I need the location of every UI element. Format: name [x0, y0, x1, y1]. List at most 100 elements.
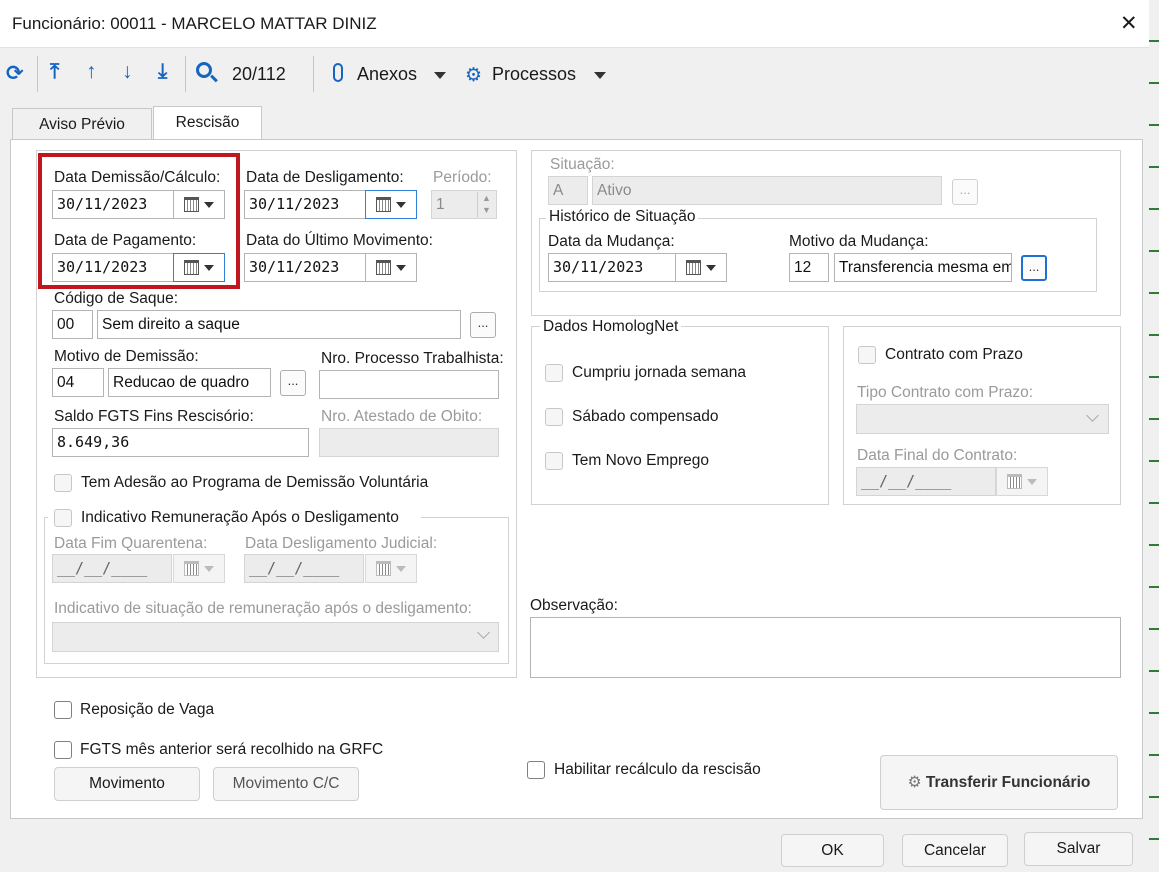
- tab-aviso-previo[interactable]: Aviso Prévio: [12, 108, 152, 141]
- pdv-label: Tem Adesão ao Programa de Demissão Volun…: [81, 474, 429, 491]
- processos-chevron-down-icon[interactable]: [594, 72, 606, 79]
- indicativo-situacao-label: Indicativo de situação de remuneração ap…: [54, 600, 472, 617]
- data-fim-quarentena-label: Data Fim Quarentena:: [54, 535, 208, 552]
- data-desligamento-calendar-button[interactable]: [365, 190, 417, 219]
- sabado-checkbox[interactable]: [545, 408, 563, 426]
- gears-icon: ⚙: [907, 774, 922, 791]
- data-mudanca-input[interactable]: 30/11/2023: [548, 253, 676, 282]
- salvar-button[interactable]: Salvar: [1024, 832, 1133, 866]
- data-ultimo-movimento-calendar-button[interactable]: [365, 253, 417, 282]
- calendar-icon: [184, 196, 199, 212]
- periodo-stepper[interactable]: ▲ ▼: [477, 192, 495, 217]
- cancelar-button[interactable]: Cancelar: [902, 834, 1008, 867]
- tab-rescisao[interactable]: Rescisão: [153, 106, 262, 140]
- data-deslig-judicial-input: __/__/____: [244, 554, 364, 583]
- calendar-icon: [686, 259, 701, 275]
- movimento-button[interactable]: Movimento: [54, 767, 200, 801]
- nro-processo-label: Nro. Processo Trabalhista:: [321, 350, 504, 367]
- movimento-cc-button[interactable]: Movimento C/C: [213, 767, 359, 801]
- saldo-fgts-label: Saldo FGTS Fins Rescisório:: [54, 408, 254, 425]
- next-record-icon[interactable]: ↓: [122, 60, 133, 84]
- gear-icon[interactable]: ⚙: [465, 64, 482, 87]
- nro-atestado-label: Nro. Atestado de Obito:: [321, 408, 483, 425]
- data-fim-quarentena-calendar-button: [173, 554, 225, 583]
- nro-atestado-input: [319, 428, 499, 457]
- codigo-saque-desc-input: Sem direito a saque: [97, 310, 461, 339]
- data-demissao-input[interactable]: 30/11/2023: [52, 190, 174, 219]
- motivo-mudanca-lookup-button[interactable]: ...: [1021, 255, 1047, 281]
- data-ultimo-movimento-label: Data do Último Movimento:: [246, 232, 433, 249]
- calendar-icon: [184, 560, 199, 576]
- data-pagamento-label: Data de Pagamento:: [54, 232, 197, 249]
- situacao-label: Situação:: [550, 156, 615, 173]
- cumpriu-checkbox[interactable]: [545, 364, 563, 382]
- data-final-contrato-input: __/__/____: [856, 467, 996, 496]
- calendar-icon: [376, 259, 391, 275]
- contrato-label: Contrato com Prazo: [885, 346, 1023, 363]
- codigo-saque-lookup-button[interactable]: ...: [470, 312, 496, 338]
- close-icon[interactable]: ✕: [1120, 11, 1138, 36]
- tipo-contrato-label: Tipo Contrato com Prazo:: [857, 384, 1034, 401]
- calendar-icon: [376, 560, 391, 576]
- observacao-textarea[interactable]: [530, 617, 1121, 678]
- motivo-mudanca-code-input[interactable]: 12: [789, 253, 829, 282]
- reposicao-label: Reposição de Vaga: [80, 701, 215, 718]
- situacao-lookup-button: ...: [952, 179, 978, 205]
- title-bar: Funcionário: 00011 - MARCELO MATTAR DINI…: [0, 0, 1159, 48]
- novo-emprego-checkbox[interactable]: [545, 452, 563, 470]
- data-mudanca-calendar-button[interactable]: [675, 253, 727, 282]
- data-final-contrato-label: Data Final do Contrato:: [857, 447, 1018, 464]
- codigo-saque-code-input[interactable]: 00: [52, 310, 93, 339]
- indicativo-label: Indicativo Remuneração Após o Desligamen…: [81, 509, 399, 526]
- reposicao-checkbox[interactable]: [54, 701, 72, 719]
- habilitar-recalculo-checkbox[interactable]: [527, 761, 545, 779]
- processos-button[interactable]: Processos: [492, 64, 576, 85]
- window-title: Funcionário: 00011 - MARCELO MATTAR DINI…: [12, 14, 377, 33]
- calendar-icon: [1007, 473, 1022, 489]
- last-record-icon[interactable]: ⤓: [158, 60, 167, 84]
- data-desligamento-input[interactable]: 30/11/2023: [244, 190, 366, 219]
- data-demissao-calendar-button[interactable]: [173, 190, 225, 219]
- motivo-demissao-label: Motivo de Demissão:: [54, 348, 199, 365]
- saldo-fgts-input[interactable]: 8.649,36: [52, 428, 309, 457]
- motivo-demissao-lookup-button[interactable]: ...: [280, 370, 306, 396]
- transferir-button[interactable]: ⚙ Transferir Funcionário: [880, 755, 1118, 810]
- paperclip-icon[interactable]: [333, 63, 343, 82]
- pdv-checkbox[interactable]: [54, 474, 72, 492]
- calendar-icon: [376, 196, 391, 212]
- data-ultimo-movimento-input[interactable]: 30/11/2023: [244, 253, 366, 282]
- data-final-contrato-calendar-button: [996, 467, 1048, 496]
- habilitar-recalculo-label: Habilitar recálculo da rescisão: [554, 761, 761, 778]
- data-pagamento-calendar-button[interactable]: [173, 253, 225, 282]
- cumpriu-label: Cumpriu jornada semana: [572, 364, 747, 381]
- motivo-demissao-desc-input: Reducao de quadro: [108, 368, 271, 397]
- data-pagamento-input[interactable]: 30/11/2023: [52, 253, 174, 282]
- fgts-anterior-checkbox[interactable]: [54, 741, 72, 759]
- first-record-icon[interactable]: ⤒: [50, 60, 59, 84]
- record-counter: 20/112: [232, 64, 286, 84]
- ok-button[interactable]: OK: [781, 834, 884, 867]
- contrato-checkbox[interactable]: [858, 346, 876, 364]
- anexos-button[interactable]: Anexos: [357, 64, 417, 85]
- refresh-icon[interactable]: ⟳: [6, 61, 24, 86]
- motivo-mudanca-label: Motivo da Mudança:: [789, 233, 929, 250]
- motivo-demissao-code-input[interactable]: 04: [52, 368, 104, 397]
- toolbar: ⟳ ⤒ ↑ ↓ ⤓ 20/112 Anexos ⚙ Processos: [0, 48, 1149, 100]
- calendar-icon: [184, 259, 199, 275]
- data-fim-quarentena-input: __/__/____: [52, 554, 172, 583]
- search-icon-handle: [210, 74, 218, 83]
- nro-processo-input[interactable]: [319, 370, 499, 399]
- situacao-desc-input: Ativo: [592, 176, 942, 205]
- observacao-label: Observação:: [530, 597, 618, 614]
- anexos-chevron-down-icon[interactable]: [434, 72, 446, 79]
- sabado-label: Sábado compensado: [572, 408, 719, 425]
- indicativo-checkbox[interactable]: [54, 509, 72, 527]
- window-border-right: [1149, 0, 1159, 872]
- data-deslig-judicial-label: Data Desligamento Judicial:: [245, 535, 438, 552]
- transferir-label: Transferir Funcionário: [925, 774, 1091, 791]
- historico-label: Histórico de Situação: [546, 208, 699, 226]
- homolognet-label: Dados HomologNet: [540, 318, 682, 336]
- situacao-code-input: A: [548, 176, 588, 205]
- previous-record-icon[interactable]: ↑: [86, 60, 97, 84]
- periodo-label: Período:: [433, 169, 492, 186]
